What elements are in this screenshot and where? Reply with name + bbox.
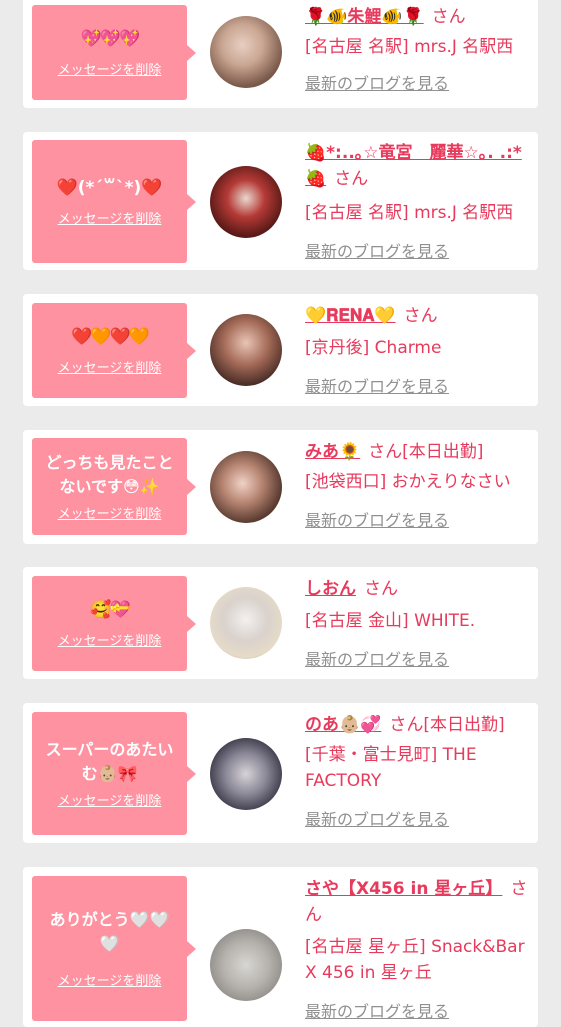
name-line: 💛𝐑𝐄𝐍𝐀💛 さん bbox=[305, 303, 533, 329]
latest-blog-link[interactable]: 最新のブログを見る bbox=[305, 70, 449, 94]
name-line: 🌹🐠朱鯉🐠🌹 さん bbox=[305, 4, 533, 30]
honorific: さん bbox=[368, 442, 403, 462]
message-card: 💖💖💖 メッセージを削除 🌹🐠朱鯉🐠🌹 さん [名古屋 名駅] mrs.J 名駅西… bbox=[23, 0, 538, 108]
honorific: さん bbox=[389, 715, 424, 735]
latest-blog-link[interactable]: 最新のブログを見る bbox=[305, 806, 449, 830]
avatar[interactable] bbox=[210, 451, 282, 523]
shop-name: [名古屋 名駅] mrs.J 名駅西 bbox=[305, 37, 514, 57]
avatar[interactable] bbox=[210, 166, 282, 238]
shop-name: [池袋西口] おかえりなさい bbox=[305, 472, 511, 492]
shop-name: [名古屋 金山] WHITE. bbox=[305, 611, 476, 631]
cast-info: しおん さん [名古屋 金山] WHITE. 最新のブログを見る bbox=[305, 576, 533, 670]
status-badge: [本日出勤] bbox=[423, 715, 505, 735]
message-text: ありがとう🤍🤍🤍 bbox=[49, 910, 170, 953]
shop-name: [千葉・富士見町] THE FACTORY bbox=[305, 745, 477, 791]
message-text: ❤️🧡❤️🧡 bbox=[71, 327, 150, 347]
cast-info: さや【X456 in 星ヶ丘】 さん [名古屋 星ヶ丘] Snack&Bar X … bbox=[305, 876, 533, 1022]
delete-message-link[interactable]: メッセージを削除 bbox=[58, 790, 162, 809]
latest-blog-link[interactable]: 最新のブログを見る bbox=[305, 998, 449, 1022]
message-bubble: どっちも見たことないです😳✨ メッセージを削除 bbox=[32, 438, 196, 535]
shop-name: [京丹後] Charme bbox=[305, 338, 442, 358]
message-text: スーパーのあたいむ👶🏼🎀 bbox=[45, 740, 174, 783]
message-card: どっちも見たことないです😳✨ メッセージを削除 みあ🌻 さん[本日出勤] [池袋西… bbox=[23, 430, 538, 544]
message-card: ❤️(*´꒳`*)❤️ メッセージを削除 🍓*:..｡☆竜宮 麗華☆｡. .:*… bbox=[23, 132, 538, 270]
cast-name-link[interactable]: のあ👶🏼💞 bbox=[305, 715, 381, 735]
cast-info: みあ🌻 さん[本日出勤] [池袋西口] おかえりなさい 最新のブログを見る bbox=[305, 439, 533, 531]
cast-name-link[interactable]: 💛𝐑𝐄𝐍𝐀💛 bbox=[305, 306, 396, 326]
message-bubble: 🥰💝 メッセージを削除 bbox=[32, 576, 196, 671]
shop-name: [名古屋 名駅] mrs.J 名駅西 bbox=[305, 203, 514, 223]
name-line: さや【X456 in 星ヶ丘】 さん bbox=[305, 876, 533, 928]
message-card: スーパーのあたいむ👶🏼🎀 メッセージを削除 のあ👶🏼💞 さん[本日出勤] [千葉・… bbox=[23, 703, 538, 843]
latest-blog-link[interactable]: 最新のブログを見る bbox=[305, 507, 449, 531]
honorific: さん bbox=[403, 306, 438, 326]
message-text: どっちも見たことないです😳✨ bbox=[45, 453, 174, 496]
avatar[interactable] bbox=[210, 738, 282, 810]
delete-message-link[interactable]: メッセージを削除 bbox=[58, 357, 162, 376]
delete-message-link[interactable]: メッセージを削除 bbox=[58, 970, 162, 989]
name-line: しおん さん bbox=[305, 576, 533, 602]
delete-message-link[interactable]: メッセージを削除 bbox=[58, 59, 162, 78]
message-bubble: 💖💖💖 メッセージを削除 bbox=[32, 5, 196, 100]
cast-name-link[interactable]: 🌹🐠朱鯉🐠🌹 bbox=[305, 7, 424, 27]
avatar[interactable] bbox=[210, 16, 282, 88]
status-badge: [本日出勤] bbox=[402, 442, 484, 462]
message-text: ❤️(*´꒳`*)❤️ bbox=[56, 178, 163, 198]
message-bubble: ❤️🧡❤️🧡 メッセージを削除 bbox=[32, 303, 196, 398]
message-text: 🥰💝 bbox=[90, 600, 130, 620]
name-line: 🍓*:..｡☆竜宮 麗華☆｡. .:*🍓 さん bbox=[305, 140, 533, 192]
delete-message-link[interactable]: メッセージを削除 bbox=[58, 503, 162, 522]
message-bubble: ❤️(*´꒳`*)❤️ メッセージを削除 bbox=[32, 140, 196, 263]
message-card: 🥰💝 メッセージを削除 しおん さん [名古屋 金山] WHITE. 最新のブログ… bbox=[23, 567, 538, 679]
avatar[interactable] bbox=[210, 587, 282, 659]
cast-info: 💛𝐑𝐄𝐍𝐀💛 さん [京丹後] Charme 最新のブログを見る bbox=[305, 303, 533, 397]
latest-blog-link[interactable]: 最新のブログを見る bbox=[305, 373, 449, 397]
message-card: ❤️🧡❤️🧡 メッセージを削除 💛𝐑𝐄𝐍𝐀💛 さん [京丹後] Charme 最新… bbox=[23, 294, 538, 406]
cast-name-link[interactable]: さや【X456 in 星ヶ丘】 bbox=[305, 879, 502, 899]
cast-name-link[interactable]: しおん bbox=[305, 579, 356, 599]
latest-blog-link[interactable]: 最新のブログを見る bbox=[305, 238, 449, 262]
message-bubble: スーパーのあたいむ👶🏼🎀 メッセージを削除 bbox=[32, 712, 196, 835]
cast-name-link[interactable]: みあ🌻 bbox=[305, 442, 360, 462]
delete-message-link[interactable]: メッセージを削除 bbox=[58, 208, 162, 227]
avatar[interactable] bbox=[210, 929, 282, 1001]
name-line: のあ👶🏼💞 さん[本日出勤] bbox=[305, 712, 533, 738]
message-card: ありがとう🤍🤍🤍 メッセージを削除 さや【X456 in 星ヶ丘】 さん [名古屋… bbox=[23, 867, 538, 1027]
message-bubble: ありがとう🤍🤍🤍 メッセージを削除 bbox=[32, 876, 196, 1021]
cast-info: のあ👶🏼💞 さん[本日出勤] [千葉・富士見町] THE FACTORY 最新のブ… bbox=[305, 712, 533, 830]
delete-message-link[interactable]: メッセージを削除 bbox=[58, 630, 162, 649]
honorific: さん bbox=[431, 7, 466, 27]
honorific: さん bbox=[364, 579, 398, 599]
shop-name: [名古屋 星ヶ丘] Snack&Bar X 456 in 星ヶ丘 bbox=[305, 937, 525, 983]
cast-info: 🍓*:..｡☆竜宮 麗華☆｡. .:*🍓 さん [名古屋 名駅] mrs.J 名駅… bbox=[305, 140, 533, 262]
avatar[interactable] bbox=[210, 314, 282, 386]
cast-info: 🌹🐠朱鯉🐠🌹 さん [名古屋 名駅] mrs.J 名駅西 最新のブログを見る bbox=[305, 4, 533, 94]
honorific: さん bbox=[334, 169, 369, 189]
name-line: みあ🌻 さん[本日出勤] bbox=[305, 439, 533, 465]
latest-blog-link[interactable]: 最新のブログを見る bbox=[305, 646, 449, 670]
message-text: 💖💖💖 bbox=[80, 29, 140, 49]
